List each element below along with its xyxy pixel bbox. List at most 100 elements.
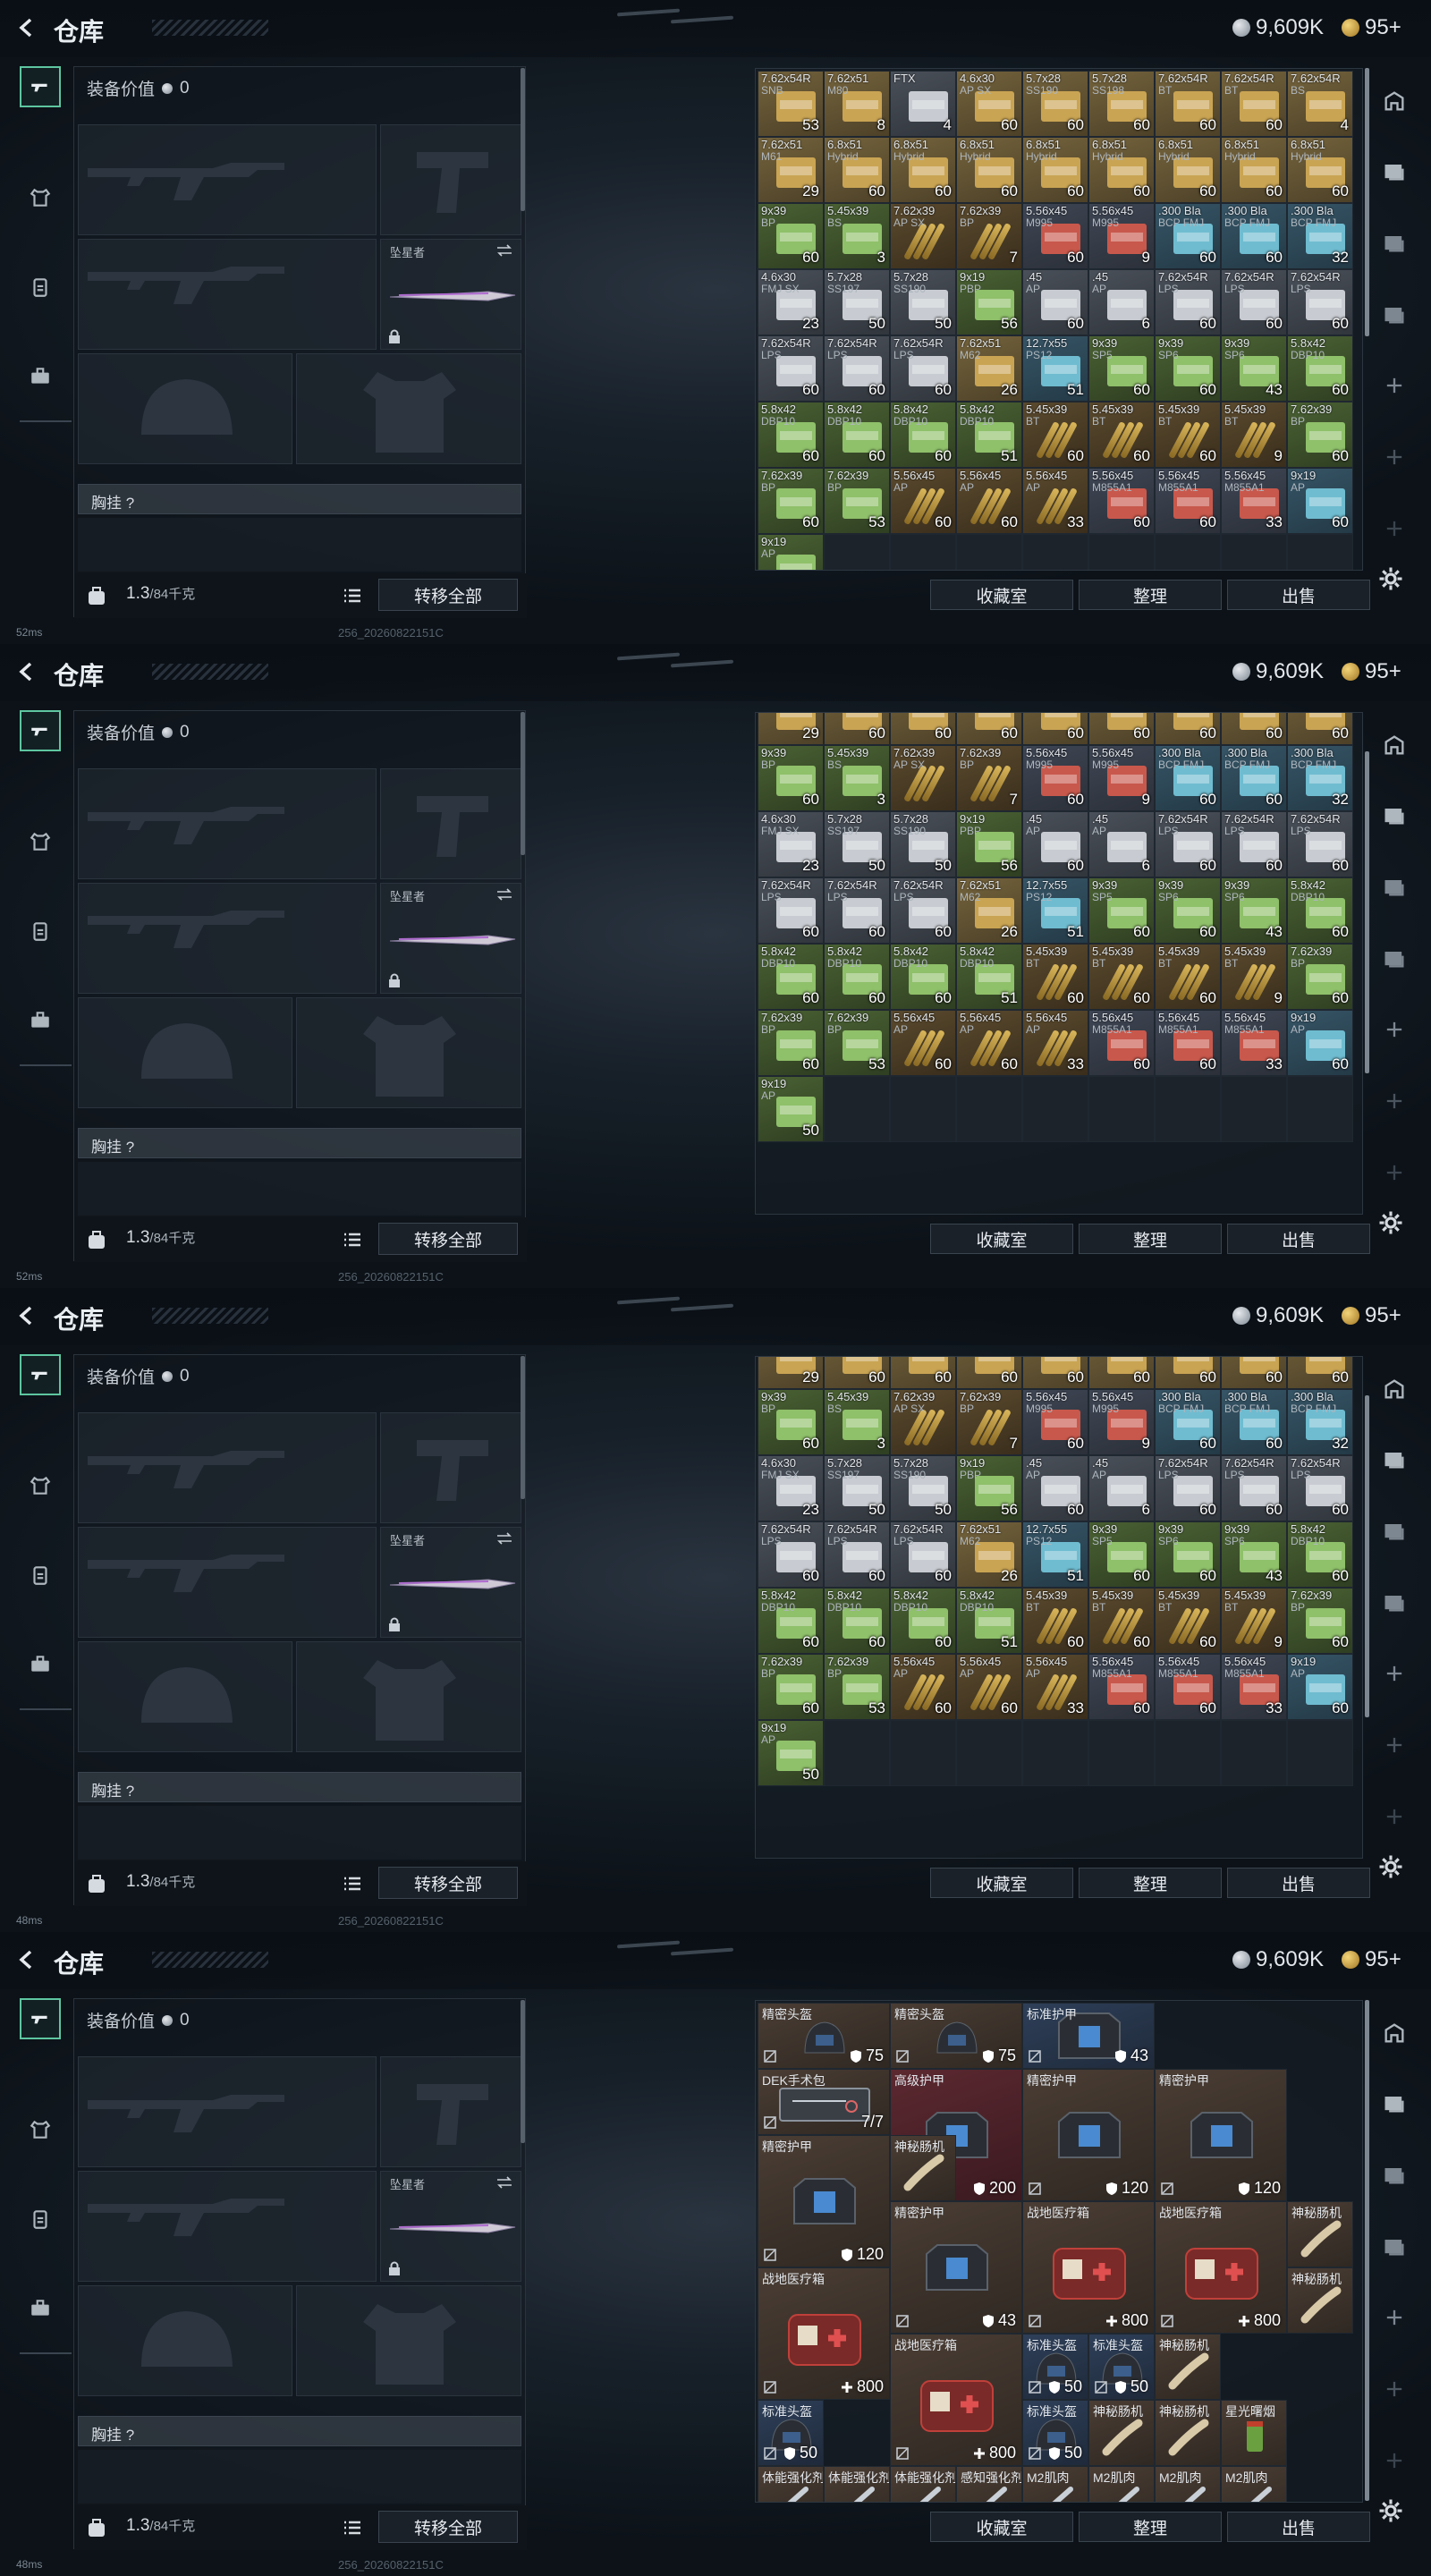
ammo-cell[interactable]: 5.45x39 BT 60 <box>1155 402 1221 468</box>
ammo-cell[interactable]: 5.56x45 M855A1 60 <box>1088 1654 1155 1720</box>
ammo-cell[interactable]: 6.8x51 Hybrid 60 <box>1155 137 1221 203</box>
ammo-cell[interactable]: 5.56x45 AP 33 <box>1022 1654 1088 1720</box>
gear-item[interactable]: 神秘肠机 <box>1155 2334 1221 2400</box>
ammo-cell[interactable]: 7.62x54R LPS 60 <box>1221 811 1287 877</box>
sidebar-tab-rifle[interactable] <box>20 66 61 107</box>
gear-item[interactable]: M2肌肉 <box>1155 2466 1221 2502</box>
stash-tab-2-button[interactable] <box>1379 2159 1410 2190</box>
empty-cell[interactable] <box>1155 534 1221 570</box>
ammo-cell[interactable]: 7.62x51 M62 26 <box>956 335 1022 402</box>
add-stash-tab-button[interactable] <box>1379 1658 1410 1689</box>
ammo-cell[interactable]: 9x19 AP 60 <box>1287 1654 1353 1720</box>
primary-weapon-slot[interactable] <box>78 2056 377 2167</box>
ammo-cell[interactable]: 6.8x51 Hybrid 60 <box>1022 137 1088 203</box>
ammo-cell[interactable]: 9x39 SP5 60 <box>1088 877 1155 944</box>
ammo-cell[interactable]: .300 Bla BCP FMJ 32 <box>1287 1389 1353 1455</box>
ammo-cell[interactable]: 7.62x39 BP 60 <box>758 1654 824 1720</box>
empty-cell[interactable] <box>1287 534 1353 570</box>
ammo-cell[interactable]: 5.45x39 BT 60 <box>1088 1588 1155 1654</box>
gear-item[interactable]: 神秘肠机 <box>1155 2400 1221 2466</box>
empty-cell[interactable] <box>1287 1720 1353 1786</box>
ammo-cell[interactable]: 5.56x45 M855A1 60 <box>1155 468 1221 534</box>
ammo-cell[interactable]: 5.7x28 SS190 50 <box>890 811 956 877</box>
ammo-cell[interactable]: 7.62x54R LPS 60 <box>890 335 956 402</box>
ammo-cell[interactable]: 5.56x45 AP 60 <box>956 1010 1022 1076</box>
ammo-cell[interactable]: 7.62x39 BP 7 <box>956 203 1022 269</box>
gear-item[interactable]: 星光曙烟 <box>1221 2400 1287 2466</box>
ammo-cell[interactable]: 7.62x54R LPS 60 <box>890 1521 956 1588</box>
gear-item[interactable]: 标准头盔 50 <box>1022 2400 1088 2466</box>
ammo-cell[interactable]: 5.8x42 DBP10 60 <box>1287 1521 1353 1588</box>
ammo-cell[interactable]: 5.7x28 SS197 50 <box>824 811 890 877</box>
ammo-cell[interactable]: .300 Bla BCP FMJ 60 <box>1221 1389 1287 1455</box>
sidebar-tab-briefcase[interactable] <box>20 356 61 397</box>
ammo-cell[interactable]: 7.62x39 BP 60 <box>758 468 824 534</box>
settings-button[interactable] <box>1377 565 1410 597</box>
gear-item[interactable]: 战地医疗箱 800 <box>1022 2201 1155 2334</box>
empty-cell[interactable] <box>1088 1076 1155 1142</box>
ammo-cell[interactable]: 5.45x39 BT 60 <box>1022 944 1088 1010</box>
ammo-cell[interactable]: 7.62x54R BS 4 <box>1287 71 1353 137</box>
ammo-cell[interactable]: 5.56x45 AP 60 <box>890 468 956 534</box>
ammo-cell[interactable]: 7.62x54R SNB 53 <box>758 71 824 137</box>
ammo-cell[interactable]: 5.8x42 DBP10 60 <box>824 944 890 1010</box>
ammo-cell[interactable]: 6.8x51 Hybrid 60 <box>890 137 956 203</box>
sidebar-tab-rifle[interactable] <box>20 1354 61 1395</box>
ammo-cell[interactable]: 7.62x54R LPS 60 <box>890 877 956 944</box>
ammo-cell[interactable]: 7.62x54R LPS 60 <box>1287 1455 1353 1521</box>
gear-item[interactable]: 标准头盔 50 <box>1022 2334 1088 2400</box>
sidebar-tab-armor[interactable] <box>20 1465 61 1506</box>
ammo-cell[interactable]: 4.6x30 FMJ SX 23 <box>758 811 824 877</box>
sidebar-tab-briefcase[interactable] <box>20 1000 61 1041</box>
sell-button[interactable]: 出售 <box>1227 580 1370 610</box>
transfer-all-button[interactable]: 转移全部 <box>378 2511 518 2543</box>
add-stash-tab-button[interactable] <box>1379 370 1410 401</box>
ammo-cell[interactable]: 5.8x42 DBP10 60 <box>890 1588 956 1654</box>
list-icon[interactable] <box>343 1876 362 1892</box>
sidebar-tab-rig[interactable] <box>20 911 61 952</box>
empty-cell[interactable] <box>1155 1720 1221 1786</box>
loadout-scrollbar[interactable] <box>521 712 525 855</box>
ammo-cell[interactable]: 5.7x28 SS190 50 <box>890 269 956 335</box>
loadout-scrollbar[interactable] <box>521 2000 525 2143</box>
ammo-cell[interactable]: 7.62x51 M62 26 <box>956 877 1022 944</box>
ammo-cell[interactable]: 5.7x28 SS197 50 <box>824 1455 890 1521</box>
ammo-cell[interactable]: 6.8x51 Hybrid 60 <box>1221 137 1287 203</box>
primary-weapon-slot[interactable] <box>78 1412 377 1523</box>
gear-item[interactable]: 精密护甲 120 <box>1022 2069 1155 2201</box>
add-stash-tab-button[interactable] <box>1379 1157 1410 1188</box>
armor-slot[interactable] <box>296 2285 521 2396</box>
back-button[interactable] <box>14 658 39 685</box>
secondary-weapon-slot[interactable] <box>78 883 377 994</box>
stash-home-button[interactable] <box>1379 86 1410 116</box>
ammo-cell[interactable]: 7.62x39 AP SX <box>890 1389 956 1455</box>
armor-slot[interactable] <box>296 353 521 464</box>
ammo-cell[interactable]: 9x39 BP 60 <box>758 1389 824 1455</box>
ammo-cell[interactable]: 9x39 SP5 60 <box>1088 335 1155 402</box>
ammo-cell[interactable]: 5.8x42 DBP10 60 <box>758 1588 824 1654</box>
ammo-cell[interactable]: .45 AP 6 <box>1088 1455 1155 1521</box>
ammo-cell[interactable]: 7.62x39 BP 60 <box>1287 944 1353 1010</box>
ammo-cell[interactable]: 7.62x54R LPS 60 <box>758 335 824 402</box>
ammo-cell[interactable]: 7.62x54R LPS 60 <box>1221 269 1287 335</box>
ammo-cell[interactable]: 5.56x45 M855A1 33 <box>1221 1010 1287 1076</box>
chest-rig-slot[interactable]: 胸挂 ? <box>78 1772 521 1802</box>
add-stash-tab-button[interactable] <box>1379 1086 1410 1116</box>
ammo-cell[interactable]: 6.8x51 Hybrid 60 <box>1088 137 1155 203</box>
ammo-cell[interactable]: 60 <box>824 1357 890 1389</box>
collection-room-button[interactable]: 收藏室 <box>930 1868 1073 1898</box>
sell-button[interactable]: 出售 <box>1227 1868 1370 1898</box>
ammo-cell[interactable]: 5.45x39 BT 60 <box>1088 402 1155 468</box>
gear-item[interactable]: 体能强化剂 <box>890 2466 956 2502</box>
empty-cell[interactable] <box>1022 1720 1088 1786</box>
ammo-cell[interactable]: 5.8x42 DBP10 60 <box>824 1588 890 1654</box>
empty-cell[interactable] <box>1221 534 1287 570</box>
stash-home-button[interactable] <box>1379 2018 1410 2048</box>
armor-slot[interactable] <box>296 1641 521 1752</box>
empty-cell[interactable] <box>824 534 890 570</box>
ammo-cell[interactable]: .300 Bla BCP FMJ 60 <box>1155 203 1221 269</box>
sidebar-tab-rig[interactable] <box>20 1555 61 1596</box>
stash-scrollbar[interactable] <box>1365 1395 1369 1717</box>
ammo-cell[interactable]: 7.62x54R LPS 60 <box>1221 1455 1287 1521</box>
ammo-cell[interactable]: 7.62x54R BT 60 <box>1221 71 1287 137</box>
